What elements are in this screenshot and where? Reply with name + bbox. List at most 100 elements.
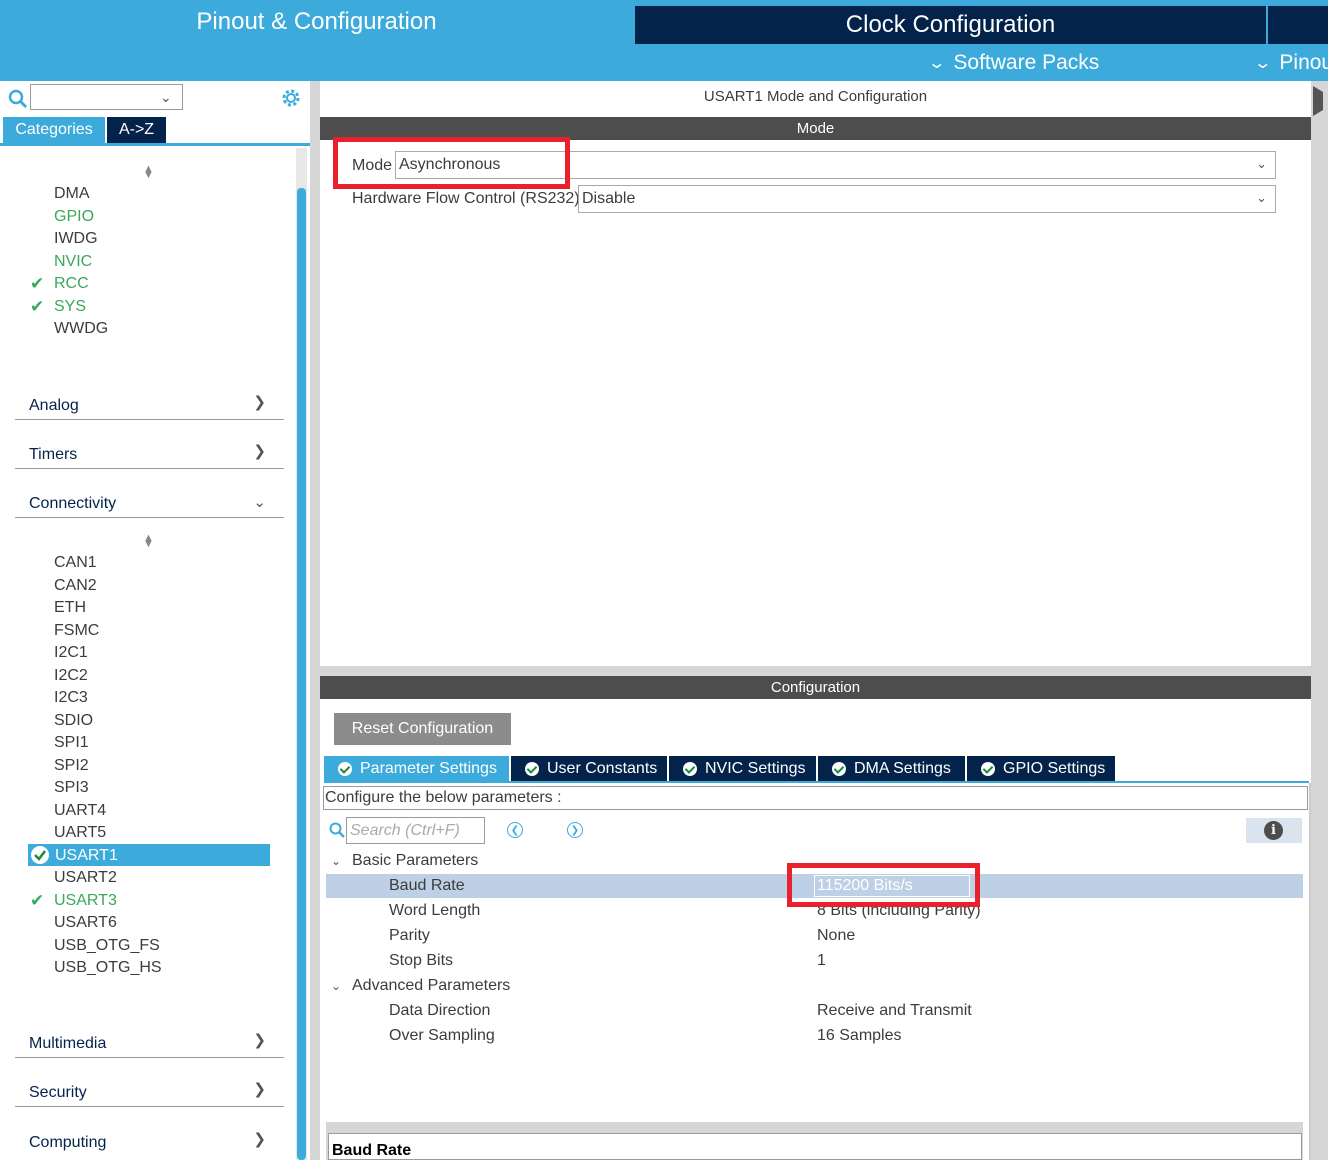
param-name: Data Direction <box>389 1002 491 1019</box>
param-value[interactable]: Receive and Transmit <box>817 1002 972 1020</box>
check-icon: ✔ <box>30 297 45 316</box>
sub-menu-bar <box>0 44 1328 81</box>
tabs-underline <box>324 781 1309 783</box>
list-item-usart1[interactable]: USART1 <box>55 847 118 865</box>
param-name: Stop Bits <box>389 952 454 969</box>
list-item[interactable]: NVIC <box>54 253 92 271</box>
sort-icon[interactable]: ▲ ▼ <box>143 164 154 181</box>
param-name: Over Sampling <box>389 1027 495 1044</box>
param-name: Parity <box>389 927 430 944</box>
chevron-right-icon: ❯ <box>253 1081 266 1098</box>
search-icon[interactable] <box>329 822 345 838</box>
tab-pinout-configuration[interactable]: Pinout & Configuration <box>0 0 633 44</box>
param-name: Word Length <box>389 902 481 919</box>
gear-icon[interactable] <box>280 87 302 109</box>
tab-gpio-settings[interactable]: GPIO Settings <box>967 756 1115 781</box>
list-item[interactable]: CAN2 <box>54 577 97 595</box>
view-tabs-underline <box>0 143 310 146</box>
check-circle-icon <box>31 846 49 864</box>
tab-clock-configuration[interactable]: Clock Configuration <box>635 6 1266 44</box>
list-item[interactable]: SYS <box>54 298 86 316</box>
chevron-down-icon: ⌄ <box>1253 54 1273 72</box>
reset-configuration-button[interactable]: Reset Configuration <box>334 713 511 745</box>
list-item[interactable]: I2C3 <box>54 689 88 707</box>
chevron-right-icon: ❯ <box>253 1131 266 1148</box>
tab-label: NVIC Settings <box>705 759 806 777</box>
tab-dma-settings[interactable]: DMA Settings <box>818 756 965 781</box>
list-item[interactable]: USART2 <box>54 869 117 887</box>
category-computing[interactable]: Computing ❯ <box>15 1120 284 1156</box>
list-item[interactable]: GPIO <box>54 208 94 226</box>
param-value[interactable]: 16 Samples <box>817 1027 902 1045</box>
next-icon[interactable]: ❯ <box>567 822 583 838</box>
flow-control-label: Hardware Flow Control (RS232) <box>352 190 580 207</box>
category-timers[interactable]: Timers ❯ <box>15 433 284 469</box>
flow-control-select[interactable]: Disable ⌄ <box>578 185 1276 213</box>
category-label: Timers <box>29 446 78 463</box>
category-label: Computing <box>29 1134 107 1151</box>
list-item[interactable]: UART5 <box>54 824 106 842</box>
category-security[interactable]: Security ❯ <box>15 1071 284 1107</box>
list-item[interactable]: UART4 <box>54 802 106 820</box>
baud-rate-highlight-box <box>787 863 980 907</box>
chevron-right-icon: ❯ <box>253 443 266 460</box>
list-item[interactable]: USB_OTG_FS <box>54 937 160 955</box>
chevron-down-icon: ⌄ <box>253 494 266 511</box>
chevron-right-icon: ❯ <box>253 1032 266 1049</box>
list-item[interactable]: IWDG <box>54 230 98 248</box>
section-divider[interactable] <box>320 666 1311 676</box>
chevron-down-icon[interactable]: ⌄ <box>160 89 172 106</box>
right-edge-panel <box>1311 81 1328 1160</box>
list-item[interactable]: ETH <box>54 599 86 617</box>
category-label: Connectivity <box>29 495 117 512</box>
sort-icon[interactable]: ▲ ▼ <box>143 533 154 550</box>
chevron-down-icon[interactable]: ⌄ <box>331 979 341 993</box>
list-item[interactable]: USART6 <box>54 914 117 932</box>
check-circle-icon <box>981 761 995 776</box>
category-label: Multimedia <box>29 1035 107 1052</box>
list-item[interactable]: RCC <box>54 275 89 293</box>
tab-nvic-settings[interactable]: NVIC Settings <box>669 756 816 781</box>
info-icon[interactable]: i <box>1264 821 1283 840</box>
list-item[interactable]: FSMC <box>54 622 99 640</box>
right-scrollbar[interactable] <box>1309 783 1311 1160</box>
basic-parameters-group[interactable]: Basic Parameters <box>352 852 478 870</box>
list-item[interactable]: SPI1 <box>54 734 89 752</box>
prev-icon[interactable]: ❮ <box>507 822 523 838</box>
list-item[interactable]: I2C2 <box>54 667 88 685</box>
check-icon: ✔ <box>30 891 45 910</box>
search-icon[interactable] <box>8 89 28 109</box>
list-item[interactable]: DMA <box>54 185 90 203</box>
software-packs-menu[interactable]: ⌄ Software Packs <box>927 44 1099 81</box>
list-item[interactable]: SPI3 <box>54 779 89 797</box>
advanced-parameters-group[interactable]: Advanced Parameters <box>352 977 510 995</box>
category-multimedia[interactable]: Multimedia ❯ <box>15 1022 284 1058</box>
tab-project-manager[interactable] <box>1268 6 1328 44</box>
list-item[interactable]: I2C1 <box>54 644 88 662</box>
list-item[interactable]: SPI2 <box>54 757 89 775</box>
categories-view-button[interactable]: Categories <box>3 117 105 143</box>
tab-parameter-settings[interactable]: Parameter Settings <box>324 756 509 781</box>
list-item[interactable]: WWDG <box>54 320 108 338</box>
tab-label: Parameter Settings <box>360 759 497 777</box>
tab-user-constants[interactable]: User Constants <box>511 756 667 781</box>
configuration-section-header: Configuration <box>320 676 1311 699</box>
list-item[interactable]: SDIO <box>54 712 93 730</box>
list-item[interactable]: CAN1 <box>54 554 97 572</box>
pinout-menu[interactable]: ⌄ Pinout <box>1253 44 1328 81</box>
atoz-view-button[interactable]: A->Z <box>107 117 166 143</box>
category-analog[interactable]: Analog ❯ <box>15 384 284 420</box>
check-circle-icon <box>525 761 539 776</box>
param-name: Baud Rate <box>389 877 465 894</box>
category-connectivity[interactable]: Connectivity ⌄ <box>15 482 284 518</box>
parameter-search-input[interactable]: Search (Ctrl+F) <box>346 817 485 844</box>
category-label: Security <box>29 1084 87 1101</box>
left-scrollbar-thumb[interactable] <box>297 188 306 1160</box>
list-item[interactable]: USB_OTG_HS <box>54 959 162 977</box>
chevron-down-icon[interactable]: ⌄ <box>331 854 341 868</box>
param-value[interactable]: None <box>817 927 855 945</box>
chevron-down-icon: ⌄ <box>1256 190 1267 205</box>
panel-splitter[interactable] <box>310 81 320 1160</box>
list-item[interactable]: USART3 <box>54 892 117 910</box>
param-value[interactable]: 1 <box>817 952 826 970</box>
